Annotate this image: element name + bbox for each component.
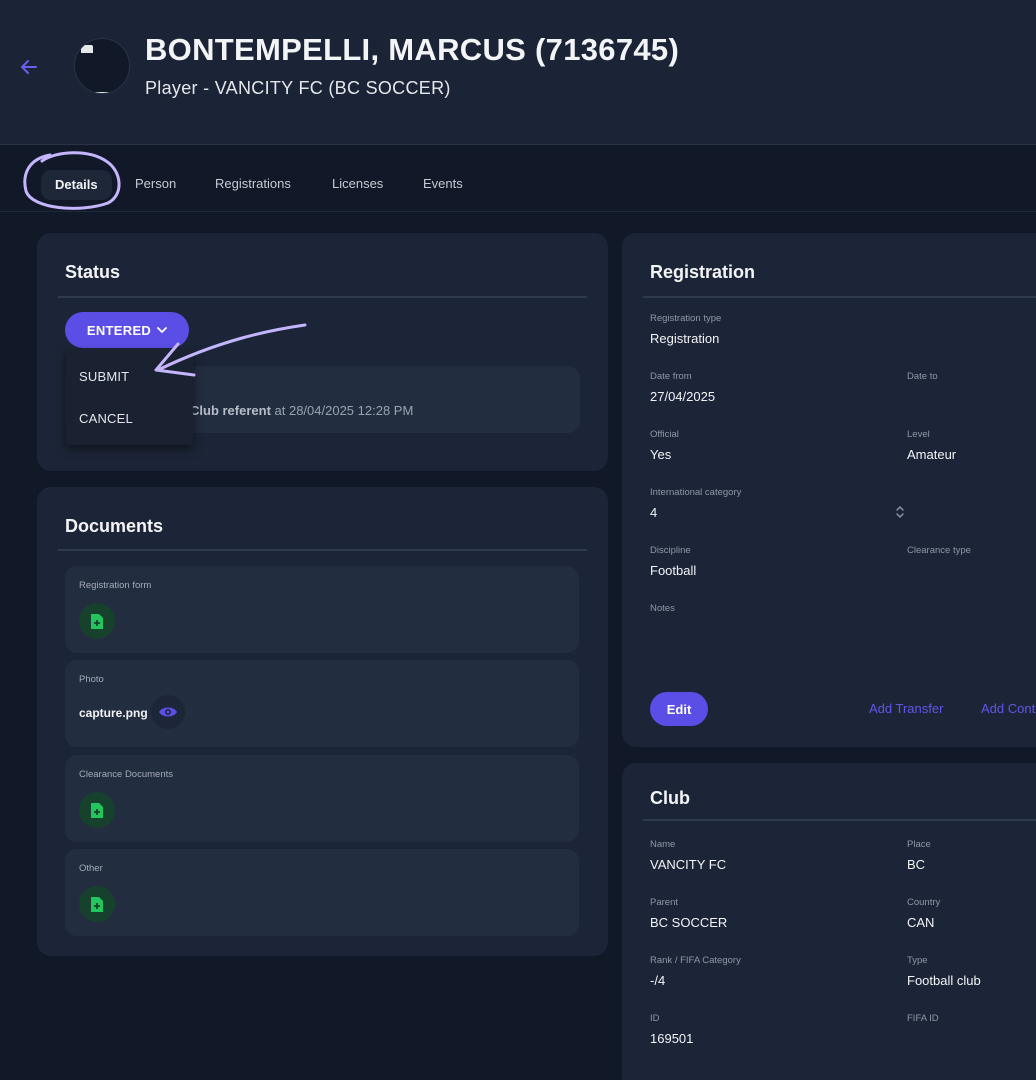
page-title: BONTEMPELLI, MARCUS (7136745): [145, 32, 680, 67]
field-label: Date from: [650, 371, 692, 382]
add-document-button[interactable]: [79, 886, 115, 922]
field-value: VANCITY FC: [650, 857, 727, 872]
divider: [58, 549, 587, 551]
status-history-text: Club referent at 28/04/2025 12:28 PM: [190, 403, 413, 418]
file-plus-icon: [91, 802, 103, 818]
divider: [643, 819, 1036, 821]
edit-button[interactable]: Edit: [650, 692, 708, 726]
field-label: Date to: [907, 371, 938, 382]
tab-person[interactable]: Person: [135, 171, 176, 197]
field-label: Rank / FIFA Category: [650, 955, 741, 966]
field-value: 169501: [650, 1031, 694, 1046]
field-label: International category: [650, 487, 742, 498]
field-label: Clearance type: [907, 545, 971, 556]
status-author: Club referent: [190, 403, 271, 418]
field-value: Football: [650, 563, 697, 578]
field-label: Level: [907, 429, 930, 440]
add-contract-link[interactable]: Add Cont: [981, 701, 1035, 716]
add-transfer-link[interactable]: Add Transfer: [869, 701, 943, 716]
status-timestamp: at 28/04/2025 12:28 PM: [270, 403, 414, 418]
stepper-icon[interactable]: [891, 502, 909, 522]
tab-licenses[interactable]: Licenses: [332, 171, 383, 197]
documents-title: Documents: [65, 516, 164, 536]
field-value: CAN: [907, 915, 935, 930]
tab-bar: Details Person Registrations Licenses Ev…: [0, 146, 1036, 212]
field-value: Yes: [650, 447, 672, 462]
field-label: ID: [650, 1013, 660, 1024]
registration-title: Registration: [650, 262, 756, 282]
field-value: 4: [650, 505, 658, 520]
tab-events[interactable]: Events: [423, 171, 463, 197]
field-label: Discipline: [650, 545, 691, 556]
arrow-left-icon[interactable]: [18, 56, 40, 78]
field-value: Amateur: [907, 447, 957, 462]
menu-item-submit[interactable]: SUBMIT: [79, 369, 129, 384]
document-filename[interactable]: capture.png: [79, 706, 148, 720]
menu-item-cancel[interactable]: CANCEL: [79, 411, 133, 426]
document-other: Other: [65, 849, 579, 936]
status-current-label: ENTERED: [86, 322, 152, 338]
status-title: Status: [65, 262, 121, 282]
club-logo-avatar: [74, 38, 130, 94]
divider: [643, 296, 1036, 298]
document-photo: Photo capture.png: [65, 660, 579, 747]
document-clearance: Clearance Documents: [65, 755, 579, 842]
add-document-button[interactable]: [79, 792, 115, 828]
document-label: Clearance Documents: [79, 769, 173, 780]
document-label: Other: [79, 863, 103, 874]
document-label: Photo: [79, 674, 104, 685]
field-label: Country: [907, 897, 941, 908]
field-label: Name: [650, 839, 676, 850]
field-value: 27/04/2025: [650, 389, 716, 404]
field-label: Parent: [650, 897, 678, 908]
field-label: Registration type: [650, 313, 722, 324]
page-header: BONTEMPELLI, MARCUS (7136745) Player - V…: [0, 0, 1036, 145]
view-document-button[interactable]: [151, 695, 185, 729]
add-document-button[interactable]: [79, 603, 115, 639]
file-plus-icon: [91, 613, 103, 629]
eye-icon: [159, 707, 177, 717]
field-value: Football club: [907, 973, 981, 988]
field-label: Official: [650, 429, 679, 440]
divider: [58, 296, 587, 298]
field-label: FIFA ID: [907, 1013, 939, 1024]
document-label: Registration form: [79, 580, 152, 591]
page-subtitle: Player - VANCITY FC (BC SOCCER): [145, 78, 451, 98]
arrow-annotation: [154, 323, 307, 377]
field-value: BC: [907, 857, 926, 872]
field-value: BC SOCCER: [650, 915, 728, 930]
circle-annotation: [23, 151, 121, 210]
document-registration-form: Registration form: [65, 566, 579, 653]
field-label: Place: [907, 839, 931, 850]
file-plus-icon: [91, 896, 103, 912]
field-value: Registration: [650, 331, 720, 346]
field-value: -/4: [650, 973, 666, 988]
tab-registrations[interactable]: Registrations: [215, 171, 291, 197]
club-title: Club: [650, 788, 690, 808]
field-label: Notes: [650, 603, 675, 614]
field-label: Type: [907, 955, 928, 966]
